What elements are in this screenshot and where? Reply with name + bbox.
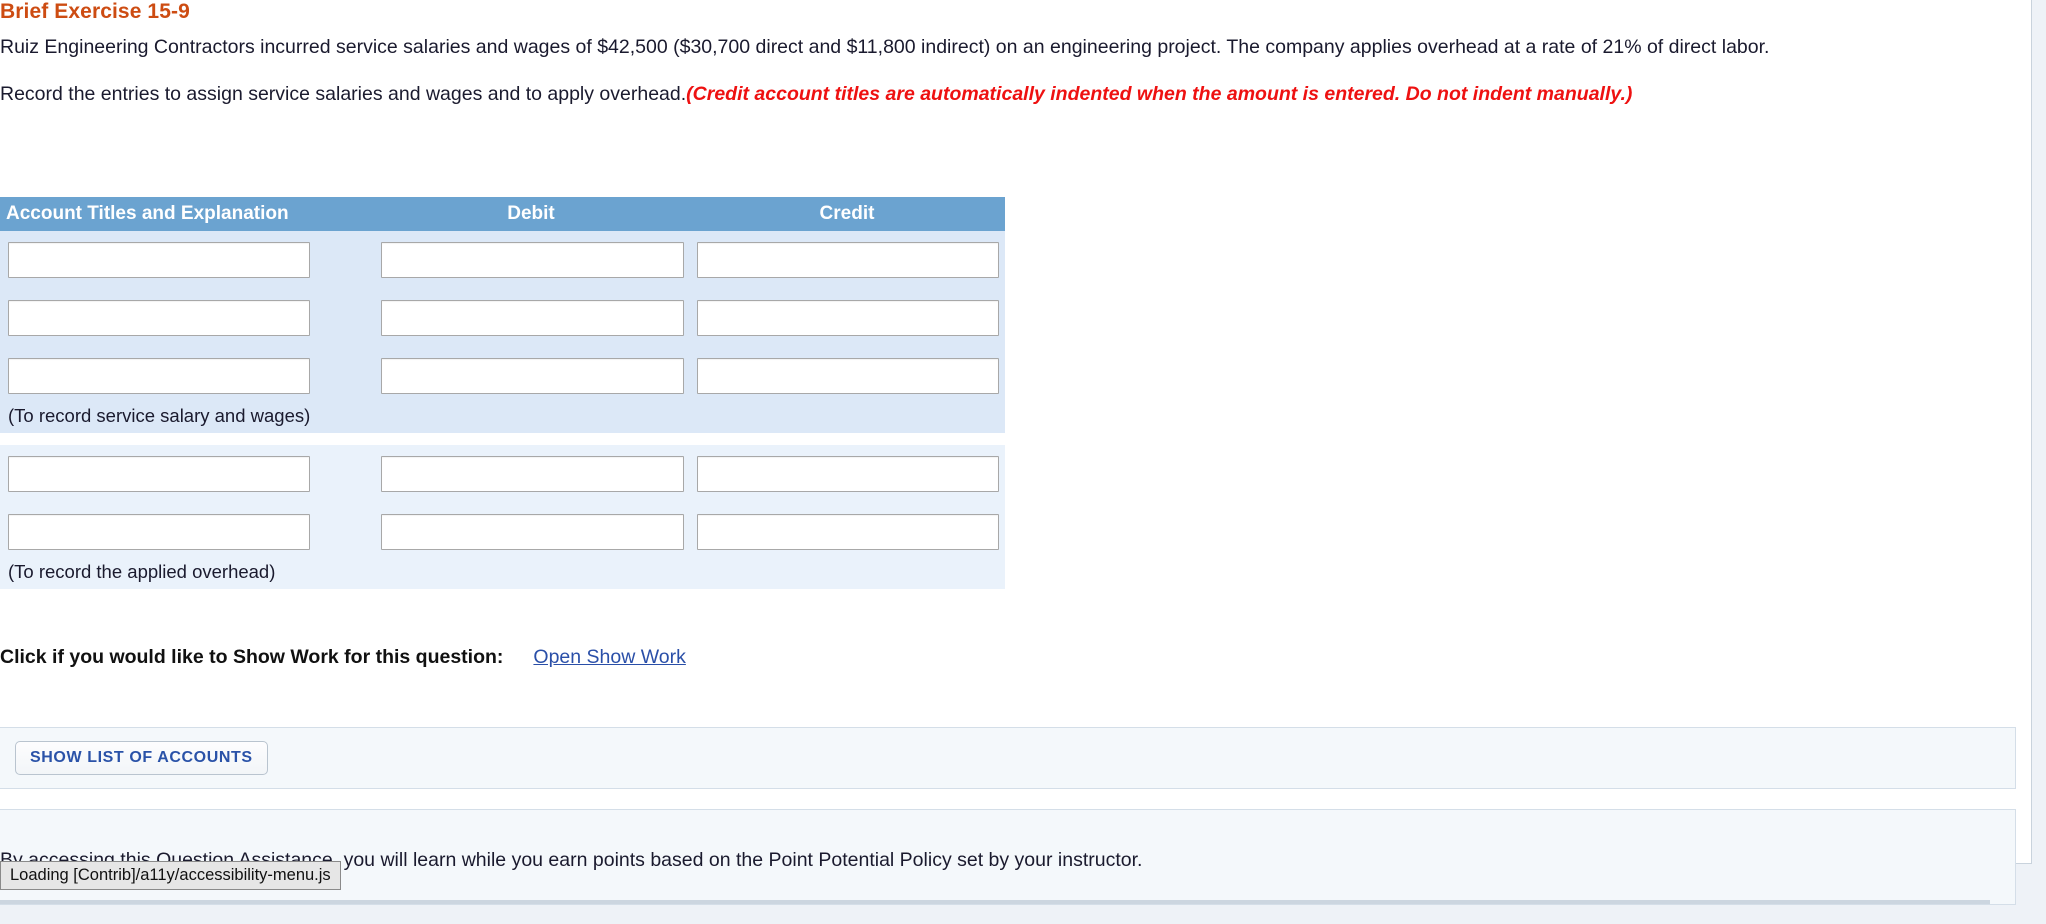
accounts-panel: SHOW LIST OF ACCOUNTS xyxy=(0,727,2016,789)
account-input-1-2[interactable] xyxy=(8,300,310,336)
credit-input-1-3[interactable] xyxy=(697,358,999,394)
account-input-2-2[interactable] xyxy=(8,514,310,550)
bottom-divider xyxy=(0,900,1990,904)
credit-input-1-2[interactable] xyxy=(697,300,999,336)
instruction-plain: Record the entries to assign service sal… xyxy=(0,83,687,105)
account-input-1-1[interactable] xyxy=(8,242,310,278)
content-inner: Brief Exercise 15-9 Ruiz Engineering Con… xyxy=(0,0,2016,905)
cell-account xyxy=(0,503,373,561)
content-panel: Brief Exercise 15-9 Ruiz Engineering Con… xyxy=(0,0,2032,905)
column-header-account: Account Titles and Explanation xyxy=(0,197,373,231)
journal-header-row: Account Titles and Explanation Debit Cre… xyxy=(0,197,1005,231)
group-gap-cell xyxy=(0,433,1005,445)
table-row xyxy=(0,347,1005,405)
cell-credit xyxy=(689,347,1005,405)
cell-credit xyxy=(689,503,1005,561)
account-input-2-1[interactable] xyxy=(8,456,310,492)
table-row xyxy=(0,503,1005,561)
debit-input-2-1[interactable] xyxy=(381,456,684,492)
cell-debit xyxy=(373,445,689,503)
open-show-work-link[interactable]: Open Show Work xyxy=(533,646,685,668)
cell-credit xyxy=(689,445,1005,503)
cell-debit xyxy=(373,347,689,405)
show-list-of-accounts-button[interactable]: SHOW LIST OF ACCOUNTS xyxy=(15,741,268,775)
credit-input-1-1[interactable] xyxy=(697,242,999,278)
explanation-row: (To record service salary and wages) xyxy=(0,405,1005,433)
question-assistance-rest: , you will learn while you earn points b… xyxy=(332,849,1143,871)
show-work-label: Click if you would like to Show Work for… xyxy=(0,646,504,668)
account-input-1-3[interactable] xyxy=(8,358,310,394)
cell-debit xyxy=(373,231,689,289)
question-page: Brief Exercise 15-9 Ruiz Engineering Con… xyxy=(0,0,2046,924)
cell-credit xyxy=(689,231,1005,289)
question-assistance-panel: By accessing this Question Assistance, y… xyxy=(0,809,2016,905)
cell-debit xyxy=(373,289,689,347)
exercise-title: Brief Exercise 15-9 xyxy=(0,0,190,23)
explanation-row: (To record the applied overhead) xyxy=(0,561,1005,589)
group-gap xyxy=(0,433,1005,445)
debit-input-1-2[interactable] xyxy=(381,300,684,336)
column-header-credit: Credit xyxy=(689,197,1005,231)
cell-credit xyxy=(689,289,1005,347)
instruction-emphasis: (Credit account titles are automatically… xyxy=(686,83,1633,105)
cell-debit xyxy=(373,503,689,561)
debit-input-1-1[interactable] xyxy=(381,242,684,278)
cell-account xyxy=(0,231,373,289)
explanation-text-1: (To record service salary and wages) xyxy=(8,405,311,426)
journal-entry-table: Account Titles and Explanation Debit Cre… xyxy=(0,197,1005,589)
table-row xyxy=(0,231,1005,289)
debit-input-1-3[interactable] xyxy=(381,358,684,394)
mathjax-loading-status: Loading [Contrib]/a11y/accessibility-men… xyxy=(0,861,341,890)
cell-account xyxy=(0,289,373,347)
show-work-section: Click if you would like to Show Work for… xyxy=(0,646,686,669)
table-row xyxy=(0,289,1005,347)
debit-input-2-2[interactable] xyxy=(381,514,684,550)
column-header-debit: Debit xyxy=(373,197,689,231)
credit-input-2-2[interactable] xyxy=(697,514,999,550)
explanation-text-2: (To record the applied overhead) xyxy=(8,561,276,582)
credit-input-2-1[interactable] xyxy=(697,456,999,492)
journal-table-head: Account Titles and Explanation Debit Cre… xyxy=(0,197,1005,231)
instruction-line: Record the entries to assign service sal… xyxy=(0,81,2005,108)
table-row xyxy=(0,445,1005,503)
cell-account xyxy=(0,445,373,503)
problem-statement: Ruiz Engineering Contractors incurred se… xyxy=(0,36,1770,58)
cell-account xyxy=(0,347,373,405)
journal-table-body: (To record service salary and wages) (To… xyxy=(0,231,1005,589)
